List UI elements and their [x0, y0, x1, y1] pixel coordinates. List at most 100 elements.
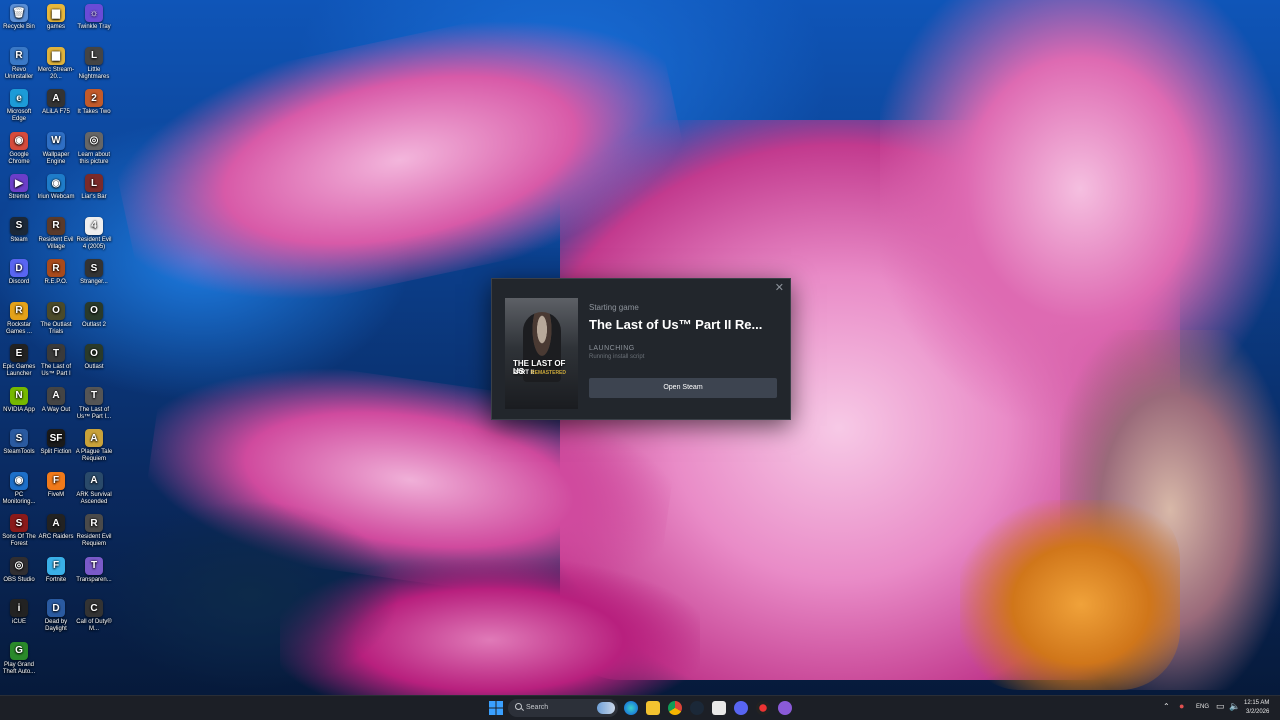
- taskbar-twinkle-icon[interactable]: [778, 701, 792, 715]
- desktop-icon[interactable]: T The Last of Us™ Part I...: [75, 383, 113, 421]
- desktop-icon-image: SF: [47, 429, 65, 447]
- desktop-icon[interactable]: 4 Resident Evil 4 (2005): [75, 213, 113, 251]
- desktop-icon-label: Dead by Daylight: [44, 619, 68, 632]
- desktop-icon[interactable]: ☼ Twinkle Tray: [75, 0, 113, 31]
- desktop-icon[interactable]: 2 It Takes Two: [75, 85, 113, 116]
- tray-chevron-icon[interactable]: ⌃: [1163, 702, 1170, 711]
- taskbar-recording-icon[interactable]: [756, 701, 770, 715]
- desktop-icon[interactable]: N NVIDIA App: [0, 383, 38, 414]
- desktop-icon[interactable]: A A Plague Tale Requiem: [75, 425, 113, 463]
- desktop-icon[interactable]: ◎ OBS Studio: [0, 553, 38, 584]
- game-title: The Last of Us™ Part II Re...: [589, 317, 763, 332]
- open-steam-button[interactable]: Open Steam: [589, 378, 777, 398]
- desktop-icon-image: R: [10, 301, 28, 320]
- tray-network-icon[interactable]: ▭: [1216, 701, 1225, 712]
- search-box[interactable]: Search: [508, 699, 618, 717]
- desktop-icon-image: A: [47, 89, 65, 107]
- desktop-icon[interactable]: ▆ Merc Stream-20...: [37, 43, 75, 81]
- desktop-icon-image: ☼: [85, 4, 103, 22]
- desktop-icon[interactable]: S Stranger...: [75, 255, 113, 286]
- desktop-icon-image: T: [85, 386, 103, 405]
- desktop-icon-label: OBS Studio: [3, 576, 35, 583]
- desktop-icon[interactable]: O The Outlast Trials: [37, 298, 75, 336]
- start-button[interactable]: [489, 701, 503, 715]
- desktop-icon-label: Google Chrome: [8, 151, 30, 165]
- taskbar-chrome-icon[interactable]: [668, 701, 682, 715]
- tray-clock-time[interactable]: 12:15 AM: [1244, 700, 1269, 706]
- desktop-icon[interactable]: A ARC Raiders: [37, 510, 75, 541]
- taskbar-file-explorer-icon[interactable]: [646, 701, 660, 715]
- desktop-icon[interactable]: O Outlast: [75, 340, 113, 371]
- desktop-icon-image: ▆: [47, 46, 65, 65]
- desktop-icon-image: O: [85, 301, 103, 320]
- desktop-icon[interactable]: i iCUE: [0, 595, 38, 626]
- desktop-icon[interactable]: T Transparen...: [75, 553, 113, 584]
- desktop-icon[interactable]: E Epic Games Launcher: [0, 340, 38, 378]
- desktop-icon[interactable]: A ARK Survival Ascended: [75, 468, 113, 506]
- desktop-icon[interactable]: T The Last of Us™ Part I: [37, 340, 75, 378]
- desktop-icon[interactable]: L Liar's Bar: [75, 170, 113, 201]
- desktop-icon[interactable]: O Outlast 2: [75, 298, 113, 329]
- desktop-icon[interactable]: G Play Grand Theft Auto...: [0, 638, 38, 676]
- tray-volume-icon[interactable]: 🔈: [1229, 701, 1240, 712]
- desktop-icon[interactable]: W Wallpaper Engine: [37, 128, 75, 166]
- desktop-icon[interactable]: R Rockstar Games ...: [0, 298, 38, 336]
- desktop-icon-image: F: [47, 556, 65, 575]
- desktop-icon-label: NVIDIA App: [3, 406, 35, 413]
- desktop-icon[interactable]: R Resident Evil Village: [37, 213, 75, 251]
- desktop-icon-image: C: [85, 599, 103, 617]
- desktop-icon[interactable]: 🗑 Recycle Bin: [0, 0, 38, 31]
- desktop-icon[interactable]: C Call of Duty® M...: [75, 595, 113, 633]
- desktop-icon[interactable]: S Sons Of The Forest: [0, 510, 38, 548]
- desktop-icon-label: Stremio: [8, 194, 30, 200]
- desktop-icon-image: G: [10, 641, 28, 660]
- taskbar-app-icon[interactable]: [712, 701, 726, 715]
- desktop-icon[interactable]: AA Way Out: [37, 383, 75, 414]
- desktop-icon[interactable]: R R.E.P.O.: [37, 255, 75, 286]
- desktop-icon[interactable]: A ALiLA F75: [37, 85, 75, 116]
- desktop-icon[interactable]: S Steam: [0, 213, 38, 244]
- desktop-icon-label: PC Monitoring...: [2, 491, 36, 505]
- desktop-icon-image: L: [85, 46, 103, 65]
- close-icon[interactable]: ✕: [775, 281, 784, 294]
- taskbar-edge-icon[interactable]: [624, 701, 638, 715]
- desktop-icon[interactable]: ◉ PC Monitoring...: [0, 468, 38, 506]
- tray-mic-icon[interactable]: ●: [1179, 701, 1184, 711]
- desktop-icon-image: 2: [85, 89, 103, 107]
- desktop-icon-label: The Outlast Trials: [40, 321, 72, 335]
- desktop-icon[interactable]: R Revo Uninstaller: [0, 43, 38, 81]
- desktop-icon-image: ◉: [47, 174, 65, 192]
- launch-status: LAUNCHING: [589, 345, 635, 352]
- desktop-icon[interactable]: SF Split Fiction: [37, 425, 75, 456]
- desktop-icon[interactable]: ◎ Learn about this picture: [75, 128, 113, 166]
- desktop-icon[interactable]: e Microsoft Edge: [0, 85, 38, 123]
- desktop-icon-label: Resident Evil Requiem: [76, 534, 112, 547]
- desktop-icon-label: Fortnite: [45, 576, 67, 583]
- desktop-icon-label: The Last of Us™ Part I: [40, 364, 72, 377]
- game-cover-art: THE LAST OF US PART II REMASTERED: [505, 298, 578, 409]
- tray-language[interactable]: ENG: [1196, 704, 1209, 710]
- desktop-icon-image: D: [47, 599, 65, 617]
- desktop-icon-image: E: [10, 344, 28, 362]
- desktop-icon[interactable]: S SteamTools: [0, 425, 38, 456]
- desktop-icon[interactable]: F Fortnite: [37, 553, 75, 584]
- desktop-icon[interactable]: F FiveM: [37, 468, 75, 499]
- desktop-icon-image: A: [85, 429, 103, 447]
- desktop-icon-image: ◎: [85, 131, 103, 150]
- taskbar-steam-icon[interactable]: [690, 701, 704, 715]
- desktop-icon[interactable]: ◉ Iriun Webcam: [37, 170, 75, 201]
- desktop-icon-label: Little Nightmares: [78, 66, 110, 80]
- desktop-icon-image: F: [47, 471, 65, 490]
- desktop-icon[interactable]: R Resident Evil Requiem: [75, 510, 113, 548]
- desktop-icon[interactable]: ▆ games: [37, 0, 75, 31]
- desktop-icon[interactable]: ◉ Google Chrome: [0, 128, 38, 166]
- desktop-icon[interactable]: D Dead by Daylight: [37, 595, 75, 633]
- desktop-icon-label: ARK Survival Ascended: [76, 491, 112, 505]
- tray-clock-date[interactable]: 3/2/2026: [1246, 709, 1269, 715]
- desktop-icon-label: Epic Games Launcher: [2, 364, 36, 377]
- desktop-icon[interactable]: D Discord: [0, 255, 38, 286]
- taskbar-discord-icon[interactable]: [734, 701, 748, 715]
- desktop-icon[interactable]: L Little Nightmares: [75, 43, 113, 81]
- desktop-icon-image: R: [10, 46, 28, 65]
- desktop-icon[interactable]: ▶ Stremio: [0, 170, 38, 201]
